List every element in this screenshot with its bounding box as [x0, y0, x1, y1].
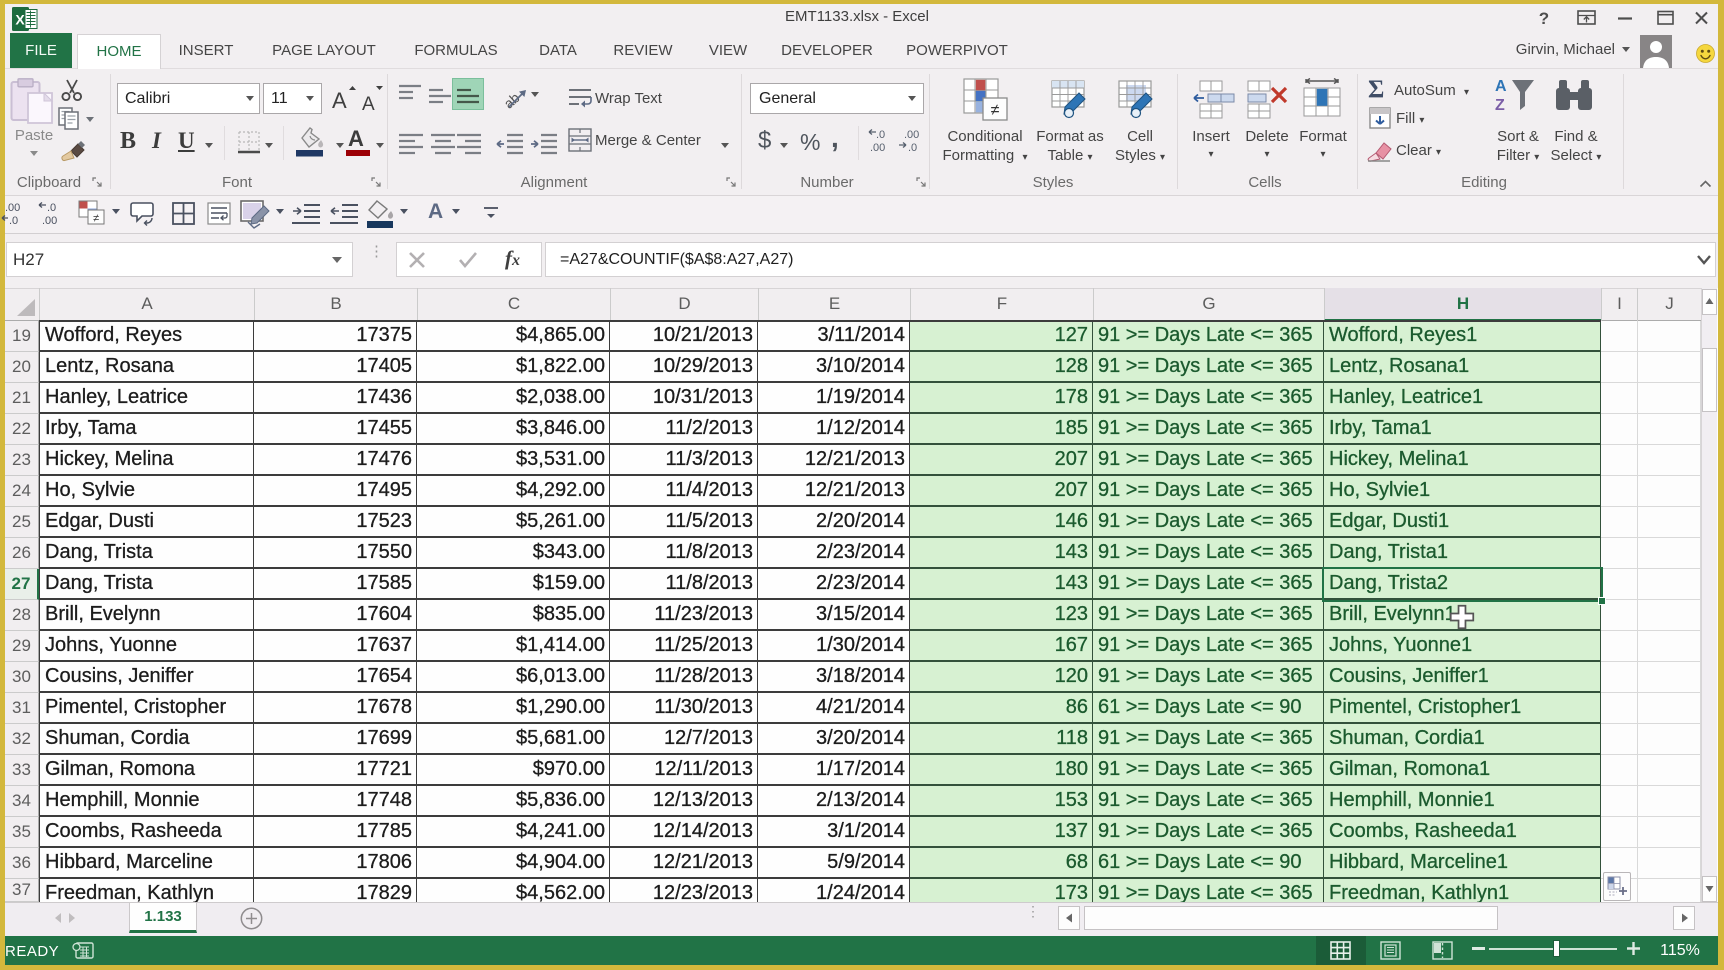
svg-text:A: A — [362, 94, 375, 114]
svg-text:A: A — [332, 88, 347, 113]
svg-text:.00: .00 — [904, 129, 919, 141]
svg-text:≠: ≠ — [991, 102, 1000, 119]
svg-text:.0: .0 — [9, 215, 18, 227]
svg-text:A: A — [1495, 78, 1507, 95]
svg-text:X: X — [15, 12, 25, 28]
svg-text:.00: .00 — [870, 142, 885, 154]
svg-text:ab: ab — [501, 89, 523, 111]
svg-text:?: ? — [1539, 9, 1549, 28]
svg-text:.00: .00 — [42, 215, 57, 227]
svg-text:.0: .0 — [908, 142, 917, 154]
svg-text:≠: ≠ — [93, 213, 99, 225]
svg-text:.0: .0 — [876, 129, 885, 141]
svg-text:Z: Z — [1495, 97, 1505, 114]
svg-text:.0: .0 — [47, 202, 56, 214]
svg-text:.00: .00 — [5, 202, 20, 214]
